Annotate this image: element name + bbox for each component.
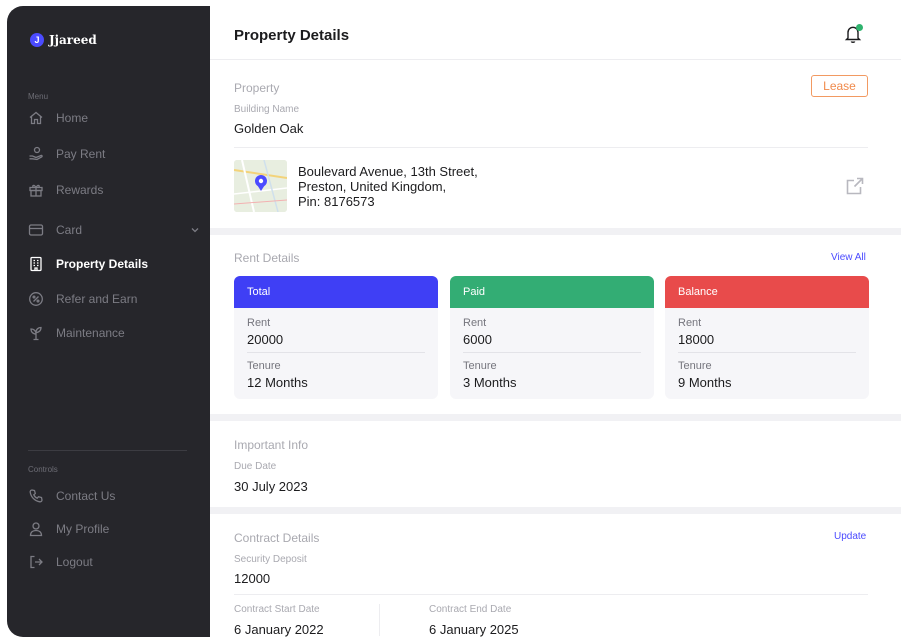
card-divider [247,352,425,353]
brand-name: Jjareed [49,33,97,47]
building-name-value: Golden Oak [234,121,304,136]
card-icon [28,222,44,238]
sidebar-item-logout[interactable]: Logout [28,552,200,572]
lease-badge: Lease [811,75,868,97]
tenure-value: 9 Months [678,375,732,390]
sidebar-item-label: Pay Rent [56,147,106,161]
sidebar-item-label: My Profile [56,522,110,536]
sidebar-item-label: Logout [56,555,93,569]
rent-value: 18000 [678,332,715,347]
sidebar-item-maintenance[interactable]: Maintenance [28,323,200,343]
important-info-title: Important Info [234,438,309,452]
rent-label: Rent [678,317,702,329]
update-link[interactable]: Update [834,531,866,542]
controls-section-label: Controls [28,465,58,474]
sidebar-item-label: Home [56,111,89,125]
tenure-value: 3 Months [463,375,517,390]
main-content: Property Details Property Lease Building… [210,0,901,641]
brand-badge: J [30,33,44,47]
rent-label: Rent [247,317,271,329]
property-section-title: Property [234,81,280,95]
sidebar-item-pay-rent[interactable]: Pay Rent [28,144,200,164]
section-separator [210,414,901,421]
sidebar-item-label: Contact Us [56,489,116,503]
phone-icon [28,488,44,504]
view-all-link[interactable]: View All [831,252,866,263]
card-divider [678,352,856,353]
rent-card-paid: Paid Rent 6000 Tenure 3 Months [450,276,654,399]
building-name-label: Building Name [234,104,300,115]
map-thumbnail[interactable] [234,160,287,212]
contract-start-value: 6 January 2022 [234,622,324,637]
contract-divider [234,594,868,595]
sidebar-item-property-details[interactable]: Property Details [28,254,200,274]
card-header: Total [234,276,438,308]
due-date-label: Due Date [234,461,277,472]
sidebar-item-label: Card [56,223,83,237]
section-separator [210,228,901,235]
building-icon [28,256,44,272]
tenure-label: Tenure [247,360,281,372]
sidebar-item-contact-us[interactable]: Contact Us [28,486,200,506]
page-header: Property Details [210,0,901,60]
card-divider [463,352,641,353]
hand-coin-icon [28,146,44,162]
sidebar-item-label: Maintenance [56,326,125,340]
rent-card-balance: Balance Rent 18000 Tenure 9 Months [665,276,869,399]
property-address: Boulevard Avenue, 13th Street, Preston, … [298,164,478,209]
brand-logo[interactable]: J Jjareed [30,33,97,47]
section-separator [210,507,901,514]
address-line: Pin: 8176573 [298,194,375,209]
user-icon [28,521,44,537]
address-line: Boulevard Avenue, 13th Street, [298,164,478,179]
sidebar-item-label: Rewards [56,183,104,197]
logout-icon [28,554,44,570]
rent-value: 6000 [463,332,492,347]
tenure-label: Tenure [463,360,497,372]
contract-date-divider [379,604,380,636]
rent-card-total: Total Rent 20000 Tenure 12 Months [234,276,438,399]
contract-end-label: Contract End Date [429,604,512,615]
property-divider [234,147,868,148]
sidebar-item-label: Property Details [56,257,149,271]
sidebar-item-rewards[interactable]: Rewards [28,180,200,200]
tenure-value: 12 Months [247,375,308,390]
sidebar-item-card[interactable]: Card [28,220,200,240]
percent-badge-icon [28,291,44,307]
home-icon [28,110,44,126]
external-link-icon[interactable] [845,176,865,196]
rent-section-title: Rent Details [234,251,300,265]
address-line: Preston, United Kingdom, [298,179,447,194]
gift-icon [28,182,44,198]
contract-end-value: 6 January 2025 [429,622,519,637]
page-title: Property Details [234,27,350,44]
sidebar-item-label: Refer and Earn [56,292,138,306]
security-deposit-value: 12000 [234,571,271,586]
contract-section-title: Contract Details [234,531,320,545]
sidebar-item-my-profile[interactable]: My Profile [28,519,200,539]
menu-section-label: Menu [28,92,49,101]
due-date-value: 30 July 2023 [234,479,308,494]
sidebar-divider [28,450,187,451]
sidebar-item-refer-and-earn[interactable]: Refer and Earn [28,289,200,309]
card-header: Balance [665,276,869,308]
chevron-down-icon[interactable] [190,224,200,238]
tenure-label: Tenure [678,360,712,372]
notification-dot [856,24,863,31]
card-header: Paid [450,276,654,308]
rent-value: 20000 [247,332,284,347]
plant-icon [28,325,44,341]
security-deposit-label: Security Deposit [234,554,307,565]
sidebar-item-home[interactable]: Home [28,108,200,128]
rent-label: Rent [463,317,487,329]
contract-start-label: Contract Start Date [234,604,320,615]
sidebar: J Jjareed Menu Home Pay Rent Rewards Car… [7,6,210,637]
